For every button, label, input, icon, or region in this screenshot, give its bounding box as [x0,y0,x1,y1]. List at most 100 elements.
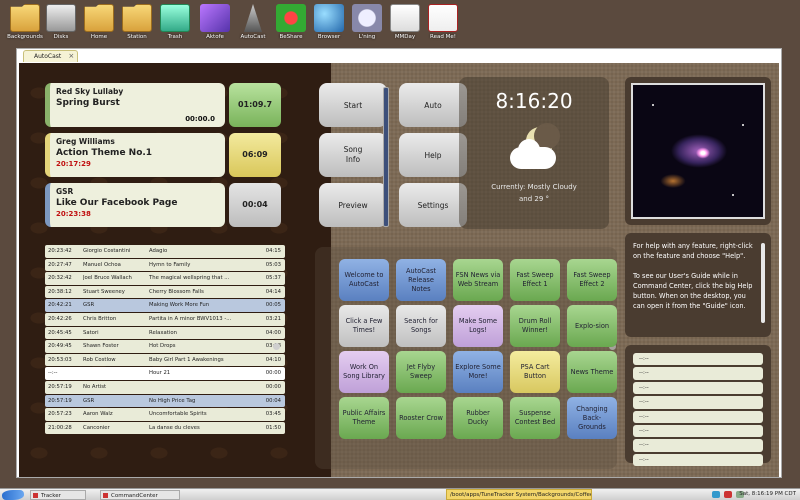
next-up-start-time: 20:17:29 [56,160,91,168]
taskbar-item-tracker[interactable]: Tracker [30,490,86,500]
elapsed-time: 00:00.0 [185,115,215,123]
next-up-title: Action Theme No.1 [56,148,153,158]
help-text-2: To see our User's Guide while in Command… [633,272,753,310]
cart-slot[interactable]: --:-- [633,367,763,380]
home-folder-icon [84,4,114,32]
desktop: Backgrounds Disks Home Station Trash Akt… [0,0,800,48]
grid-button-jet-flyby[interactable]: Jet Flyby Sweep [396,351,446,393]
disks-icon [46,4,76,32]
grid-button-welcome[interactable]: Welcome to AutoCast [339,259,389,301]
clock-weather-panel: 8:16:20 Currently: Mostly Cloudy and 29 … [459,77,609,229]
queued-title: Like Our Facebook Page [56,198,178,208]
globe-icon [314,4,344,32]
window-tab-bar: AutoCast × [17,49,781,62]
help-panel: For help with any feature, right-click o… [625,233,771,337]
desktop-icon-readme[interactable]: Read Me! [418,4,468,40]
grid-button-public-affairs[interactable]: Public Affairs Theme [339,397,389,439]
hot-button-panel: Welcome to AutoCast AutoCast Release Not… [315,247,617,469]
weather-text: Currently: Mostly Cloudy and 29 ° [491,183,577,203]
log-row[interactable]: 20:42:21 GSR Making Work More Fun 00:05 [45,299,285,312]
grid-button-click[interactable]: Click a Few Times! [339,305,389,347]
taskbar-clock[interactable]: Sat, 8:16:19 PM CDT [739,489,796,500]
window-path-title[interactable]: /boot/apps/TuneTracker System/Background… [446,489,592,500]
grid-button-psa-cart[interactable]: PSA Cart Button [510,351,560,393]
window-tab[interactable]: AutoCast × [23,50,79,62]
auto-button[interactable]: Auto [399,83,467,127]
grid-button-news-theme[interactable]: News Theme [567,351,617,393]
log-row[interactable]: 20:38:12 Stuart Sweeney Cherry Blossom Fal… [45,285,285,299]
grid-button-release-notes[interactable]: AutoCast Release Notes [396,259,446,301]
trash-icon [160,4,190,32]
log-row[interactable]: 20:27:47 Manuel Ochoa Hymn to Family 05:03 [45,258,285,272]
cart-slot-list: --:-- --:-- --:-- --:-- --:-- --:-- --:-… [625,345,771,467]
grid-button-sweep-2[interactable]: Fast Sweep Effect 2 [567,259,617,301]
station-image-frame [625,77,771,225]
log-row[interactable]: 20:42:26 Chris Britton Partita in A minor … [45,312,285,326]
now-playing-title: Spring Burst [56,98,120,108]
preview-button[interactable]: Preview [319,183,387,227]
grid-button-drum-roll[interactable]: Drum Roll Winner! [510,305,560,347]
log-row[interactable]: 20:49:45Shawn FosterHot Drops03:18 [45,340,285,353]
document-icon [390,4,420,32]
log-row[interactable]: 20:53:03 Rob Costlow Baby Girl Part 1 Awak… [45,353,285,367]
help-text-1: For help with any feature, right-click o… [633,242,753,260]
volume-icon[interactable] [724,491,732,498]
cart-slot[interactable]: --:-- [633,353,763,366]
deskbar-leaf-icon[interactable] [2,490,24,500]
next-up-card[interactable]: Greg Williams Action Theme No.1 20:17:29 [45,133,225,177]
network-icon[interactable] [712,491,720,498]
grid-button-explosion[interactable]: Explo-sion [567,305,617,347]
cart-slot[interactable]: --:-- [633,439,763,452]
help-button[interactable]: Help [399,133,467,177]
command-center: Red Sky Lullaby Spring Burst 00:00.0 01:… [19,63,779,477]
close-icon[interactable]: × [68,51,74,62]
volume-meter[interactable] [383,87,389,227]
queued-card[interactable]: GSR Like Our Facebook Page 20:23:38 [45,183,225,227]
window-title: AutoCast [34,53,62,60]
grid-button-logs[interactable]: Make Some Logs! [453,305,503,347]
song-info-button[interactable]: Song Info [319,133,387,177]
moon-cloud-icon [504,123,564,177]
grid-button-fsn-news[interactable]: FSN News via Web Stream [453,259,503,301]
cart-slot[interactable]: --:-- [633,453,763,467]
log-hour-marker[interactable]: --:-- Hour 21 00:00 [45,367,285,380]
log-row[interactable]: 20:57:19 No Artist 00:00 [45,380,285,394]
grid-button-search[interactable]: Search for Songs [396,305,446,347]
grid-button-sweep-1[interactable]: Fast Sweep Effect 1 [510,259,560,301]
cart-slot[interactable]: --:-- [633,381,763,395]
grid-button-explore[interactable]: Explore Some More! [453,351,503,393]
log-row[interactable]: 20:57:19 GSR No High Price Tag 00:04 [45,394,285,408]
now-playing-card[interactable]: Red Sky Lullaby Spring Burst 00:00.0 [45,83,225,127]
start-button[interactable]: Start [319,83,387,127]
next-up-artist: Greg Williams [56,137,115,146]
program-log[interactable]: 20:23:42 Giorgio Costantini Adagio 04:15 20… [45,245,285,463]
countdown-playing: 01:09.7 [229,83,281,127]
settings-button[interactable]: Settings [399,183,467,227]
galaxy-image [631,83,765,219]
command-center-icon [103,493,108,498]
magnifier-icon [352,4,382,32]
grid-button-song-library[interactable]: Work On Song Library [339,351,389,393]
taskbar-item-commandcenter[interactable]: CommandCenter [100,490,180,500]
pdf-icon [428,4,458,32]
help-scrollbar[interactable] [761,243,765,323]
grid-button-rooster[interactable]: Rooster Crow [396,397,446,439]
countdown-queued: 00:04 [229,183,281,227]
countdown-next: 06:09 [229,133,281,177]
log-scroll-handle[interactable] [273,343,280,350]
cart-slot[interactable]: --:-- [633,396,763,409]
log-row[interactable]: 21:00:28 Canconier La danse du cleves 01:50 [45,421,285,435]
cart-slot[interactable]: --:-- [633,410,763,423]
grid-button-suspense[interactable]: Suspense Contest Bed [510,397,560,439]
log-row[interactable]: 20:45:45 Satori Relaxation 04:00 [45,326,285,340]
log-row[interactable]: 20:23:42 Giorgio Costantini Adagio 04:15 [45,245,285,258]
cart-slot[interactable]: --:-- [633,424,763,438]
antenna-icon [244,4,262,32]
log-row[interactable]: 20:32:42 Joel Bruce Wallach The magical we… [45,272,285,285]
log-row[interactable]: 20:57:23 Aaron Walz Uncomfortable Spirits 0… [45,408,285,421]
now-playing-artist: Red Sky Lullaby [56,87,124,96]
grid-button-rubber-ducky[interactable]: Rubber Ducky [453,397,503,439]
grid-button-backgrounds[interactable]: Changing Back-Grounds [567,397,617,439]
flower-icon [276,4,306,32]
pen-icon [200,4,230,32]
